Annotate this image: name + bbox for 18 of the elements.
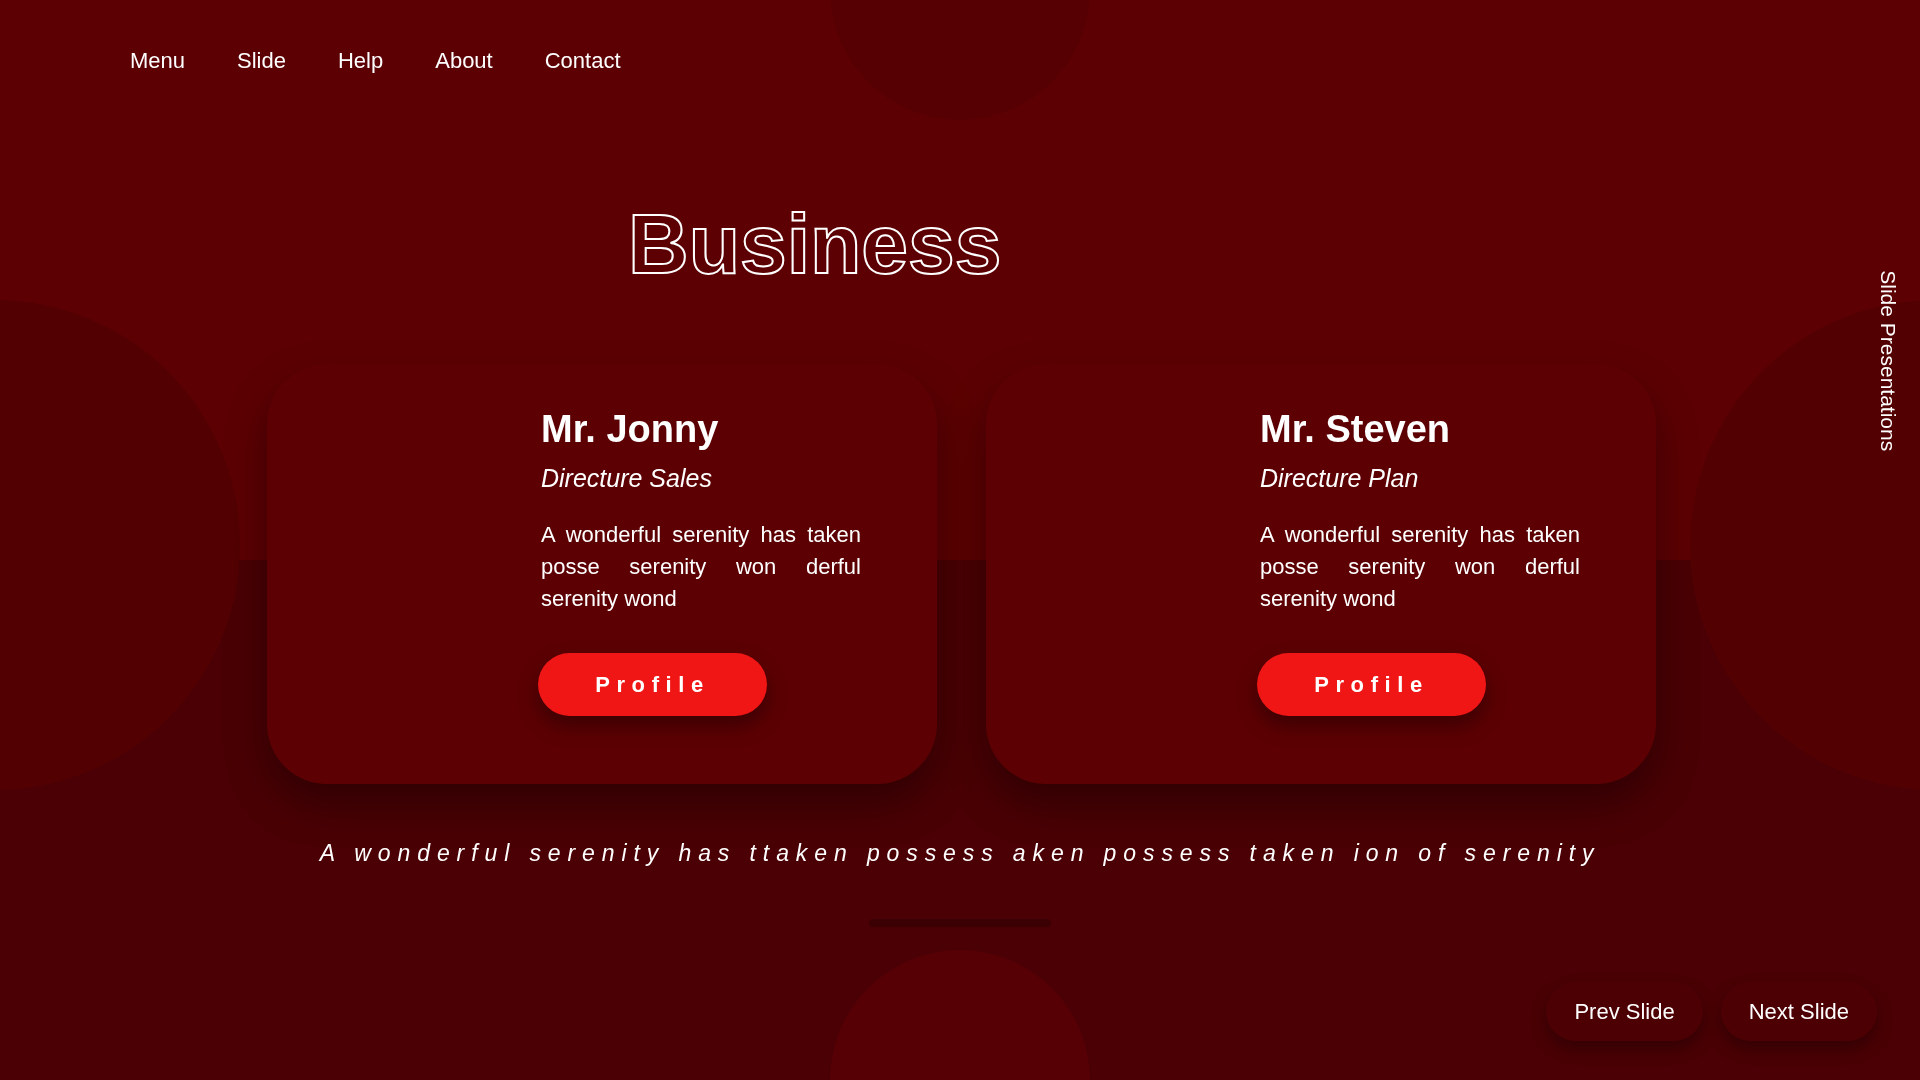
person-role: Directure Sales [541,462,713,494]
nav-link[interactable]: Slide [237,44,286,77]
person-role: Directure Plan [1260,462,1420,494]
nav-link[interactable]: Contact [544,44,621,77]
person-name: Mr. Jonny [541,407,720,452]
slide-nav-button[interactable]: Prev Slide [1546,981,1703,1041]
nav-link[interactable]: About [435,44,493,77]
person-description: A wonderful serenity has taken posse serenity won derful serenity wond [541,521,861,613]
profile-button[interactable]: Profile [538,653,767,716]
slide-nav-button[interactable]: Next Slide [1720,981,1877,1041]
person-name: Mr. Steven [1260,407,1452,452]
nav-link[interactable]: Help [337,44,384,77]
side-label: Slide Presentations [1875,269,1901,454]
nav-link[interactable]: Menu [130,44,186,77]
profile-button[interactable]: Profile [1257,653,1486,716]
page-title: Business [628,202,1002,286]
person-description: A wonderful serenity has taken posse serenity won derful serenity wond [1260,521,1580,613]
tagline: A wonderful serenity has ttaken possess aken possess taken ion of serenity [318,839,1602,868]
